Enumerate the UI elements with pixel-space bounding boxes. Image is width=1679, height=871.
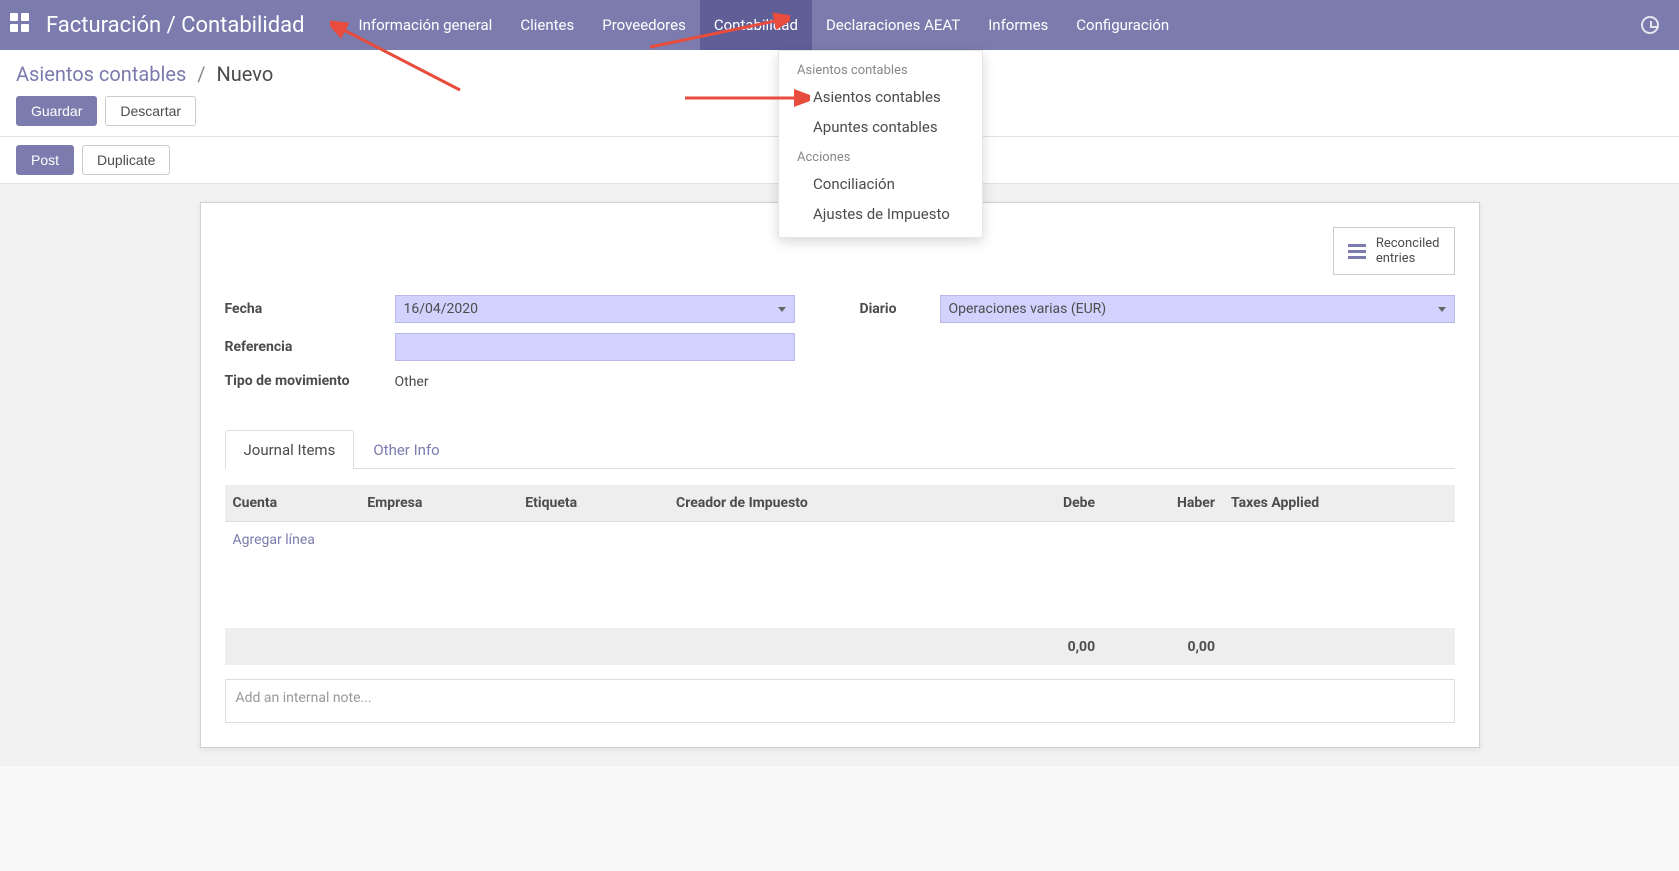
discard-button[interactable]: Descartar [105,96,196,126]
journal-items-table: Cuenta Empresa Etiqueta Creador de Impue… [225,485,1455,665]
col-etiqueta[interactable]: Etiqueta [517,485,668,522]
referencia-input[interactable] [395,333,795,361]
form-sheet: Reconciled entries Fecha 16/04/2020 [200,202,1480,748]
chevron-down-icon [778,307,786,312]
contabilidad-dropdown: Asientos contables Asientos contables Ap… [778,50,983,238]
col-taxes[interactable]: Taxes Applied [1223,485,1455,522]
dropdown-conciliacion[interactable]: Conciliación [779,169,982,199]
dropdown-section-header: Asientos contables [779,55,982,82]
dropdown-apuntes-contables[interactable]: Apuntes contables [779,112,982,142]
hamburger-icon [1348,244,1366,259]
navbar-menu: Información general Clientes Proveedores… [345,0,1184,50]
breadcrumb-current: Nuevo [217,62,274,86]
nav-clientes[interactable]: Clientes [506,0,588,50]
save-button[interactable]: Guardar [16,96,97,126]
dropdown-section-header: Acciones [779,142,982,169]
sheet-background: Reconciled entries Fecha 16/04/2020 [0,184,1679,766]
total-haber: 0,00 [1103,628,1223,665]
col-cuenta[interactable]: Cuenta [225,485,360,522]
app-title: Facturación / Contabilidad [46,13,305,38]
fecha-input[interactable]: 16/04/2020 [395,295,795,323]
tipo-movimiento-label: Tipo de movimiento [225,373,395,389]
col-creador[interactable]: Creador de Impuesto [668,485,996,522]
nav-informes[interactable]: Informes [974,0,1062,50]
dropdown-ajustes-impuesto[interactable]: Ajustes de Impuesto [779,199,982,229]
dropdown-asientos-contables[interactable]: Asientos contables [779,82,982,112]
reconciled-entries-button[interactable]: Reconciled entries [1333,227,1455,275]
col-empresa[interactable]: Empresa [359,485,517,522]
nav-contabilidad[interactable]: Contabilidad [700,0,812,50]
internal-note-input[interactable]: Add an internal note... [225,679,1455,723]
referencia-label: Referencia [225,339,395,355]
post-button[interactable]: Post [16,145,74,175]
total-debe: 0,00 [996,628,1103,665]
nav-informacion-general[interactable]: Información general [345,0,507,50]
stat-button-label: Reconciled [1376,236,1440,251]
diario-label: Diario [860,301,940,317]
add-line-link[interactable]: Agregar línea [233,532,315,548]
diario-select[interactable]: Operaciones varias (EUR) [940,295,1455,323]
nav-configuracion[interactable]: Configuración [1062,0,1183,50]
chevron-down-icon [1438,307,1446,312]
nav-proveedores[interactable]: Proveedores [588,0,700,50]
col-haber[interactable]: Haber [1103,485,1223,522]
tab-journal-items[interactable]: Journal Items [225,430,355,469]
tabs: Journal Items Other Info [225,430,1455,469]
stat-button-label: entries [1376,251,1440,266]
breadcrumb-link[interactable]: Asientos contables [16,62,186,86]
apps-icon[interactable] [10,13,34,37]
tipo-movimiento-value: Other [395,374,429,390]
col-debe[interactable]: Debe [996,485,1103,522]
clock-icon[interactable] [1641,16,1659,34]
tab-other-info[interactable]: Other Info [354,430,458,469]
duplicate-button[interactable]: Duplicate [82,145,170,175]
fecha-label: Fecha [225,301,395,317]
navbar: Facturación / Contabilidad Información g… [0,0,1679,50]
nav-declaraciones-aeat[interactable]: Declaraciones AEAT [812,0,974,50]
